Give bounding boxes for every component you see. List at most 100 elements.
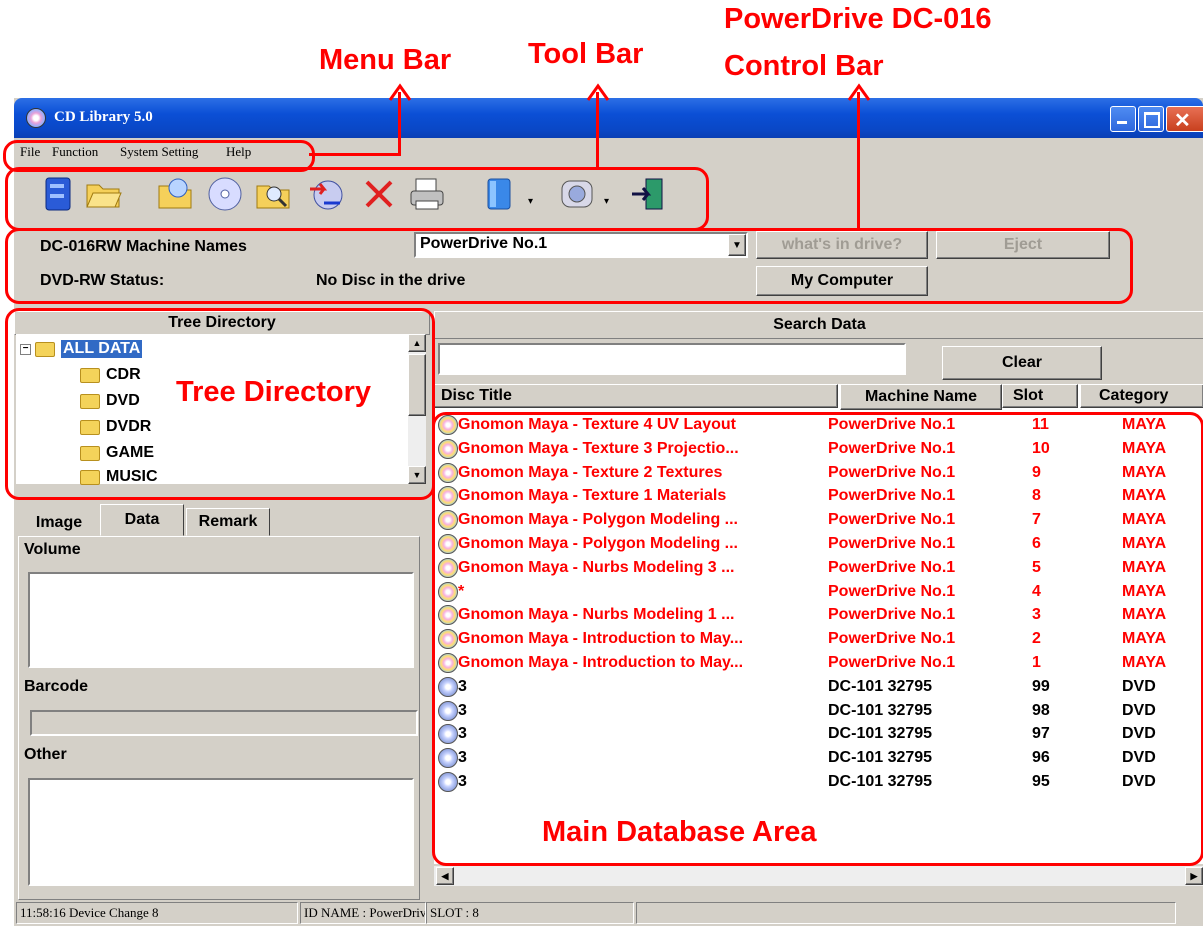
column-machine-name[interactable]: Machine Name <box>840 384 1002 410</box>
database-icon[interactable] <box>40 174 78 214</box>
tree-item-dvd[interactable]: DVD <box>80 390 140 412</box>
cell-disc-title: 3 <box>458 701 467 719</box>
scroll-left-icon[interactable]: ◀ <box>436 867 454 885</box>
status-time-message: 11:58:16 Device Change 8 <box>16 902 298 924</box>
status-bar: 11:58:16 Device Change 8 ID NAME : Power… <box>14 900 1203 926</box>
title-bar[interactable]: CD Library 5.0 ✕ <box>14 98 1203 138</box>
table-row[interactable]: Gnomon Maya - Texture 3 Projectio... Powe… <box>434 438 1203 460</box>
open-folder-icon[interactable] <box>84 174 122 214</box>
annotation-tree-directory: Tree Directory <box>176 376 372 408</box>
cell-category: MAYA <box>1122 416 1167 433</box>
book-dropdown-arrow[interactable]: ▾ <box>528 196 533 207</box>
toolbar-arrow-head <box>586 83 610 101</box>
tree-item-cdr[interactable]: CDR <box>80 364 141 386</box>
tree-view[interactable]: − ALL DATA CDR DVD DVDR GAME MUSIC ▲ ▼ <box>16 334 426 485</box>
transfer-icon[interactable] <box>306 174 344 214</box>
scroll-right-icon[interactable]: ▶ <box>1185 867 1203 885</box>
my-computer-button[interactable]: My Computer <box>756 266 928 296</box>
app-window: CD Library 5.0 ✕ File Function System Se… <box>14 98 1203 926</box>
table-row[interactable]: Gnomon Maya - Introduction to May... Powe… <box>434 652 1203 674</box>
table-row[interactable]: Gnomon Maya - Polygon Modeling ... PowerD… <box>434 533 1203 555</box>
maximize-button[interactable] <box>1138 106 1164 132</box>
disc-icon <box>438 581 458 602</box>
disc-icon[interactable] <box>206 174 244 214</box>
tree-item-game[interactable]: GAME <box>80 442 154 464</box>
tree-root[interactable]: − ALL DATA <box>20 338 143 360</box>
annotation-control-bar-line1: PowerDrive DC-016 <box>724 3 992 35</box>
table-row[interactable]: Gnomon Maya - Polygon Modeling ... PowerD… <box>434 509 1203 531</box>
menu-function[interactable]: Function <box>52 144 98 160</box>
close-button[interactable]: ✕ <box>1166 106 1203 132</box>
table-row[interactable]: 3 DC-101 32795 99 DVD <box>434 676 1203 698</box>
table-row[interactable]: Gnomon Maya - Texture 4 UV Layout PowerDr… <box>434 414 1203 436</box>
cell-slot: 9 <box>1032 463 1041 481</box>
cell-slot: 99 <box>1032 677 1050 695</box>
table-row[interactable]: Gnomon Maya - Nurbs Modeling 1 ... PowerD… <box>434 604 1203 626</box>
scroll-up-icon[interactable]: ▲ <box>408 334 426 352</box>
search-folder-icon[interactable] <box>254 174 292 214</box>
search-input[interactable] <box>438 343 906 375</box>
open-file-icon[interactable] <box>156 174 194 214</box>
book-icon[interactable] <box>482 174 520 214</box>
disc-icon <box>438 748 458 769</box>
machine-select[interactable]: PowerDrive No.1 ▼ <box>414 232 748 258</box>
table-row[interactable]: Gnomon Maya - Texture 2 Textures PowerDri… <box>434 462 1203 484</box>
table-row[interactable]: 3 DC-101 32795 98 DVD <box>434 700 1203 722</box>
table-row[interactable]: 3 DC-101 32795 95 DVD <box>434 771 1203 793</box>
menu-system-setting[interactable]: System Setting <box>120 144 198 160</box>
cell-category: MAYA <box>1122 439 1167 457</box>
scroll-down-icon[interactable]: ▼ <box>408 466 426 484</box>
exit-icon[interactable] <box>630 174 668 214</box>
delete-icon[interactable] <box>360 174 398 214</box>
minimize-button[interactable] <box>1110 106 1136 132</box>
table-row[interactable]: * PowerDrive No.1 4 MAYA <box>434 581 1203 603</box>
cell-machine-name: DC-101 32795 <box>828 773 933 790</box>
machine-select-arrow[interactable]: ▼ <box>728 234 746 256</box>
table-row[interactable]: 3 DC-101 32795 96 DVD <box>434 747 1203 769</box>
folder-icon <box>80 419 100 435</box>
folder-icon <box>80 393 100 409</box>
print-icon[interactable] <box>408 174 446 214</box>
scroll-thumb[interactable] <box>408 354 426 416</box>
annotation-control-bar-line2: Control Bar <box>724 50 884 82</box>
tab-image[interactable]: Image <box>22 510 96 536</box>
tab-remark[interactable]: Remark <box>186 508 270 536</box>
tree-item-music[interactable]: MUSIC <box>80 466 158 488</box>
whats-in-drive-button[interactable]: what's in drive? <box>756 231 928 259</box>
column-category[interactable]: Category <box>1080 384 1203 408</box>
table-row[interactable]: Gnomon Maya - Introduction to May... Powe… <box>434 628 1203 650</box>
drive-icon[interactable] <box>558 174 596 214</box>
cell-machine-name: PowerDrive No.1 <box>828 487 956 505</box>
disc-icon <box>438 629 458 650</box>
table-row[interactable]: Gnomon Maya - Texture 1 Materials PowerDr… <box>434 485 1203 507</box>
table-row[interactable]: 3 DC-101 32795 97 DVD <box>434 723 1203 745</box>
volume-field[interactable] <box>28 572 414 668</box>
cell-machine-name: PowerDrive No.1 <box>828 654 956 671</box>
tree-item-dvdr[interactable]: DVDR <box>80 416 151 438</box>
expand-collapse-icon[interactable]: − <box>20 343 31 355</box>
eject-button[interactable]: Eject <box>936 231 1110 259</box>
cell-machine-name: PowerDrive No.1 <box>828 416 956 433</box>
folder-icon <box>80 445 100 461</box>
cell-machine-name: PowerDrive No.1 <box>828 463 956 481</box>
clear-button[interactable]: Clear <box>942 346 1102 380</box>
horizontal-scrollbar[interactable]: ◀ ▶ <box>434 866 1203 886</box>
column-slot[interactable]: Slot <box>1002 384 1078 408</box>
cell-disc-title: Gnomon Maya - Introduction to May... <box>458 654 744 671</box>
volume-label: Volume <box>24 541 81 558</box>
tab-data[interactable]: Data <box>100 504 184 536</box>
tree-scrollbar[interactable]: ▲ ▼ <box>408 334 426 484</box>
control-bar: DC-016RW Machine Names PowerDrive No.1 ▼… <box>14 228 1203 298</box>
menu-help[interactable]: Help <box>226 144 251 160</box>
cell-slot: 3 <box>1032 606 1041 624</box>
dvd-status-value: No Disc in the drive <box>316 272 466 289</box>
column-disc-title[interactable]: Disc Title <box>434 384 838 408</box>
barcode-field[interactable] <box>30 710 418 736</box>
other-field[interactable] <box>28 778 414 886</box>
tool-bar: ▾ ▾ <box>14 164 1203 224</box>
disc-icon <box>438 605 458 626</box>
table-row[interactable]: Gnomon Maya - Nurbs Modeling 3 ... PowerD… <box>434 557 1203 579</box>
menu-file[interactable]: File <box>20 144 40 160</box>
drive-dropdown-arrow[interactable]: ▾ <box>604 196 609 207</box>
cell-category: MAYA <box>1122 487 1167 505</box>
